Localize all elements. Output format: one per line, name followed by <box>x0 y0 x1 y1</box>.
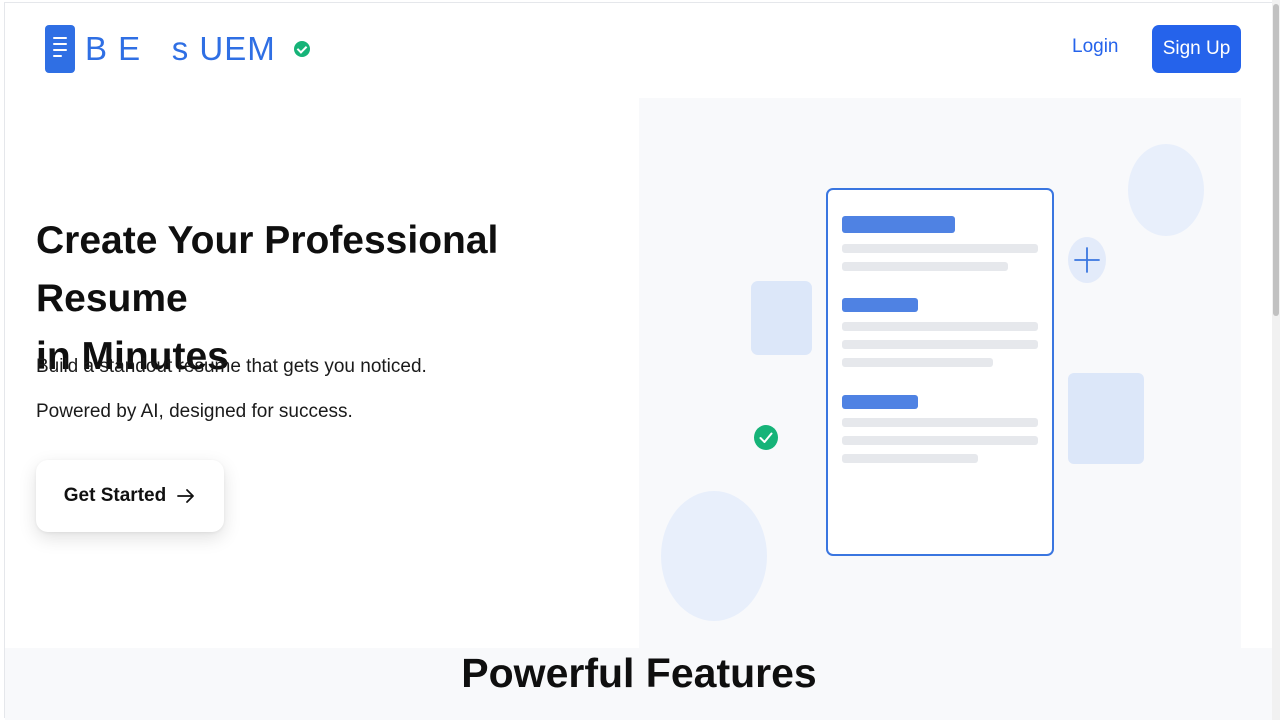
login-link[interactable]: Login <box>1072 36 1119 58</box>
resume-document-mock <box>826 188 1054 556</box>
arrow-right-icon <box>177 489 195 503</box>
document-icon <box>45 25 75 73</box>
features-heading: Powerful Features <box>461 650 817 696</box>
check-circle-icon <box>754 425 778 450</box>
site-header: B E s UEM Login Sign Up <box>0 0 1280 96</box>
decor-card-left <box>751 281 812 355</box>
hero-title-line-1: Create Your Professional Resume <box>36 219 499 320</box>
brand-logo[interactable]: B E s UEM <box>45 25 310 73</box>
hero-subtitle-2: Powered by AI, designed for success. <box>36 401 353 422</box>
scrollbar[interactable] <box>1272 0 1280 720</box>
brand-name: B E s UEM <box>85 30 276 67</box>
signup-button[interactable]: Sign Up <box>1152 25 1241 73</box>
plus-icon <box>1068 237 1106 283</box>
decor-card-right <box>1068 373 1144 464</box>
decor-circle-bottom <box>661 491 767 621</box>
get-started-label: Get Started <box>63 485 167 506</box>
resume-illustration <box>639 98 1241 648</box>
features-section: Powerful Features <box>5 648 1275 720</box>
verified-check-icon <box>293 41 310 57</box>
scrollbar-thumb[interactable] <box>1273 4 1279 316</box>
decor-circle-top <box>1128 144 1204 236</box>
hero-subtitle-1: Build a standout resume that gets you no… <box>36 356 427 377</box>
get-started-button[interactable]: Get Started <box>36 460 224 532</box>
